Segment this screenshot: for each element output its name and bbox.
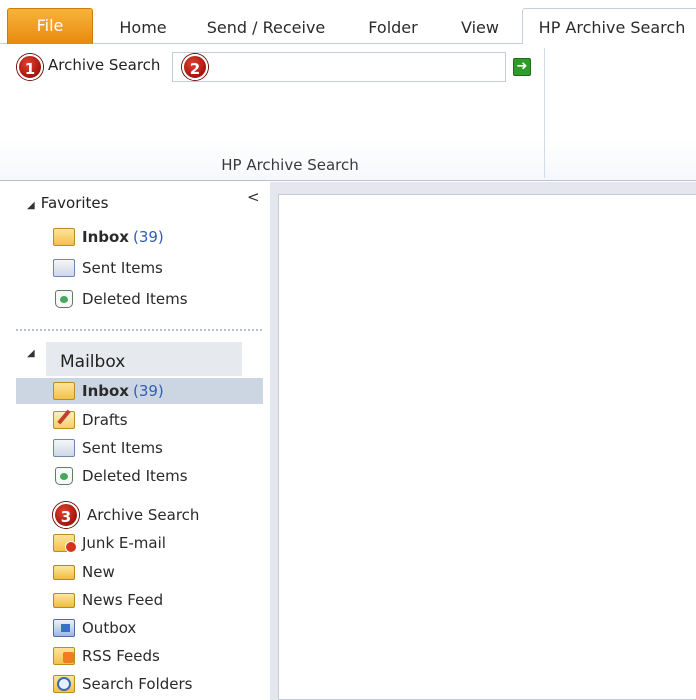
nav-divider [16, 329, 262, 331]
favorites-item-deleted-items[interactable]: Deleted Items [53, 286, 188, 312]
ribbon-tab-bar: File Home Send / Receive Folder View HP … [0, 0, 696, 45]
callout-badge-3: 3 [53, 502, 79, 528]
content-pane [270, 182, 696, 700]
tab-view[interactable]: View [447, 9, 513, 45]
tab-file[interactable]: File [7, 8, 93, 44]
inbox-icon [53, 381, 75, 400]
sent-items-icon [53, 438, 75, 457]
archive-search-label: Archive Search [48, 56, 161, 74]
callout-badge-2: 2 [182, 54, 208, 80]
mailbox-item-deleted-items[interactable]: Deleted Items [53, 463, 188, 489]
outbox-icon [53, 618, 75, 637]
favorites-item-sent-items[interactable]: Sent Items [53, 255, 163, 281]
rss-feeds-icon [53, 646, 75, 665]
tab-home[interactable]: Home [102, 9, 184, 45]
folder-icon [53, 593, 75, 608]
collapse-nav-icon[interactable]: < [247, 188, 260, 206]
mailbox-item-outbox[interactable]: Outbox [53, 615, 136, 641]
expand-triangle-icon: ◢ [27, 200, 35, 211]
mailbox-item-inbox[interactable]: Inbox (39) [16, 378, 263, 404]
deleted-items-icon [55, 289, 73, 308]
mailbox-item-news-feed[interactable]: News Feed [53, 587, 163, 613]
ribbon-panel: Archive Search ➜ HP Archive Search [0, 44, 696, 181]
mailbox-item-rss-feeds[interactable]: RSS Feeds [53, 643, 160, 669]
favorites-heading[interactable]: ◢ Favorites [27, 194, 108, 212]
tab-hp-archive-search[interactable]: HP Archive Search [522, 8, 696, 45]
callout-badge-1: 1 [17, 54, 43, 80]
mailbox-item-junk-email[interactable]: Junk E-mail [53, 530, 166, 556]
mailbox-item-archive-search[interactable]: Archive Search [81, 502, 199, 528]
inbox-icon [53, 227, 75, 246]
deleted-items-icon [55, 466, 73, 485]
tab-folder[interactable]: Folder [350, 9, 436, 45]
junk-email-icon [53, 533, 77, 553]
expand-triangle-icon[interactable]: ◢ [27, 348, 35, 359]
folder-icon [53, 565, 75, 580]
message-list-area[interactable] [278, 194, 696, 700]
search-folders-icon [53, 674, 75, 693]
ribbon-group-separator [544, 48, 545, 178]
drafts-icon [53, 410, 75, 429]
mailbox-item-sent-items[interactable]: Sent Items [53, 435, 163, 461]
favorites-item-inbox[interactable]: Inbox (39) [53, 224, 164, 250]
mailbox-item-search-folders[interactable]: Search Folders [53, 671, 192, 697]
sent-items-icon [53, 258, 75, 277]
mailbox-heading[interactable]: Mailbox [46, 342, 242, 376]
mailbox-item-new[interactable]: New [53, 559, 115, 585]
mailbox-item-drafts[interactable]: Drafts [53, 407, 128, 433]
go-arrow-icon[interactable]: ➜ [513, 58, 531, 76]
archive-search-input[interactable] [172, 52, 506, 82]
ribbon-group-label: HP Archive Search [221, 156, 359, 174]
navigation-pane: < ◢ Favorites Inbox (39) Sent Items Delete… [0, 182, 270, 700]
tab-send-receive[interactable]: Send / Receive [195, 9, 337, 45]
